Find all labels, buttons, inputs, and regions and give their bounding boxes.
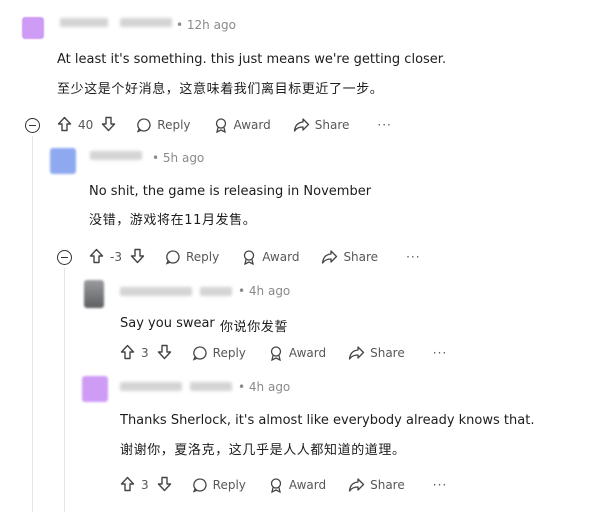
share-label: Share <box>343 250 379 264</box>
username[interactable] <box>120 287 192 296</box>
timestamp[interactable]: • 4h ago <box>238 380 290 394</box>
avatar[interactable] <box>82 376 108 402</box>
downvote-icon[interactable] <box>157 344 172 363</box>
comment-action-bar: 3 Reply Award Share ··· <box>120 342 447 364</box>
share-icon <box>348 478 365 492</box>
username[interactable] <box>90 151 142 160</box>
timestamp[interactable]: • 4h ago <box>238 284 290 298</box>
share-label: Share <box>370 346 405 360</box>
award-label: Award <box>262 250 300 264</box>
share-icon <box>293 118 309 132</box>
downvote-icon[interactable] <box>157 476 172 495</box>
thread-line <box>32 136 33 512</box>
reply-label: Reply <box>212 346 246 360</box>
reply-label: Reply <box>157 118 191 132</box>
avatar[interactable] <box>84 280 104 308</box>
vote-score: 3 <box>141 346 149 360</box>
award-label: Award <box>288 346 327 360</box>
share-icon <box>348 346 365 360</box>
more-options-button[interactable]: ··· <box>377 118 391 132</box>
comment-translation: 没错，游戏将在11月发售。 <box>89 213 257 228</box>
vote-score: 3 <box>141 478 149 492</box>
username[interactable] <box>120 382 182 391</box>
comment-translation: 你说你发誓 <box>220 320 289 335</box>
vote-score: 40 <box>78 118 94 132</box>
award-button[interactable]: Award <box>213 117 271 133</box>
more-options-button[interactable]: ··· <box>433 346 447 360</box>
vote-score: -3 <box>110 250 122 264</box>
downvote-icon[interactable] <box>101 116 116 135</box>
upvote-icon[interactable] <box>89 248 104 267</box>
reply-label: Reply <box>185 250 220 264</box>
award-icon <box>215 118 226 133</box>
thread-line <box>64 268 65 512</box>
more-options-button[interactable]: ··· <box>433 478 447 492</box>
award-label: Award <box>233 118 271 132</box>
comment-action-bar: 3 Reply Award Share ··· <box>120 474 447 496</box>
timestamp[interactable]: • 12h ago <box>176 18 236 32</box>
share-button[interactable]: Share <box>293 117 350 133</box>
award-button[interactable]: Award <box>241 249 299 265</box>
comment-text: No shit, the game is releasing in Novemb… <box>89 184 372 199</box>
award-label: Award <box>288 478 327 492</box>
collapse-thread-button[interactable] <box>25 118 40 133</box>
comment-text: At least it's something. this just means… <box>57 52 447 67</box>
reply-icon <box>165 250 180 265</box>
share-button[interactable]: Share <box>348 345 405 361</box>
award-icon <box>270 346 282 361</box>
comment-translation: 谢谢你，夏洛克，这几乎是人人都知道的道理。 <box>120 443 406 458</box>
reply-icon <box>192 478 207 493</box>
reply-button[interactable]: Reply <box>136 117 191 133</box>
comment-text: Thanks Sherlock, it's almost like everyb… <box>120 413 535 428</box>
share-icon <box>322 250 338 264</box>
user-flair <box>190 382 232 391</box>
comment-translation: 至少这是个好消息，这意味着我们离目标更近了一步。 <box>57 82 384 97</box>
user-flair <box>200 287 232 296</box>
share-button[interactable]: Share <box>321 249 378 265</box>
upvote-icon[interactable] <box>57 116 72 135</box>
user-flair <box>120 18 172 27</box>
avatar[interactable] <box>50 148 76 174</box>
share-button[interactable]: Share <box>348 477 405 493</box>
reply-label: Reply <box>212 478 246 492</box>
award-icon <box>270 478 282 493</box>
award-button[interactable]: Award <box>268 345 326 361</box>
reply-button[interactable]: Reply <box>192 477 246 493</box>
share-label: Share <box>314 118 350 132</box>
username[interactable] <box>60 18 108 27</box>
more-options-button[interactable]: ··· <box>406 250 420 264</box>
reply-button[interactable]: Reply <box>192 345 246 361</box>
reply-icon <box>192 346 207 361</box>
comment-text: Say you swear <box>120 316 215 331</box>
upvote-icon[interactable] <box>120 344 135 363</box>
avatar[interactable] <box>22 17 44 39</box>
award-button[interactable]: Award <box>268 477 326 493</box>
comment-action-bar: 40 Reply Award Share ··· <box>57 114 392 136</box>
collapse-thread-button[interactable] <box>57 250 72 265</box>
award-icon <box>244 250 255 265</box>
share-label: Share <box>370 478 405 492</box>
upvote-icon[interactable] <box>120 476 135 495</box>
reply-button[interactable]: Reply <box>165 249 219 265</box>
downvote-icon[interactable] <box>130 248 145 267</box>
reply-icon <box>137 118 151 133</box>
comment-action-bar: -3 Reply Award Share ··· <box>89 246 421 268</box>
timestamp[interactable]: • 5h ago <box>152 151 204 165</box>
